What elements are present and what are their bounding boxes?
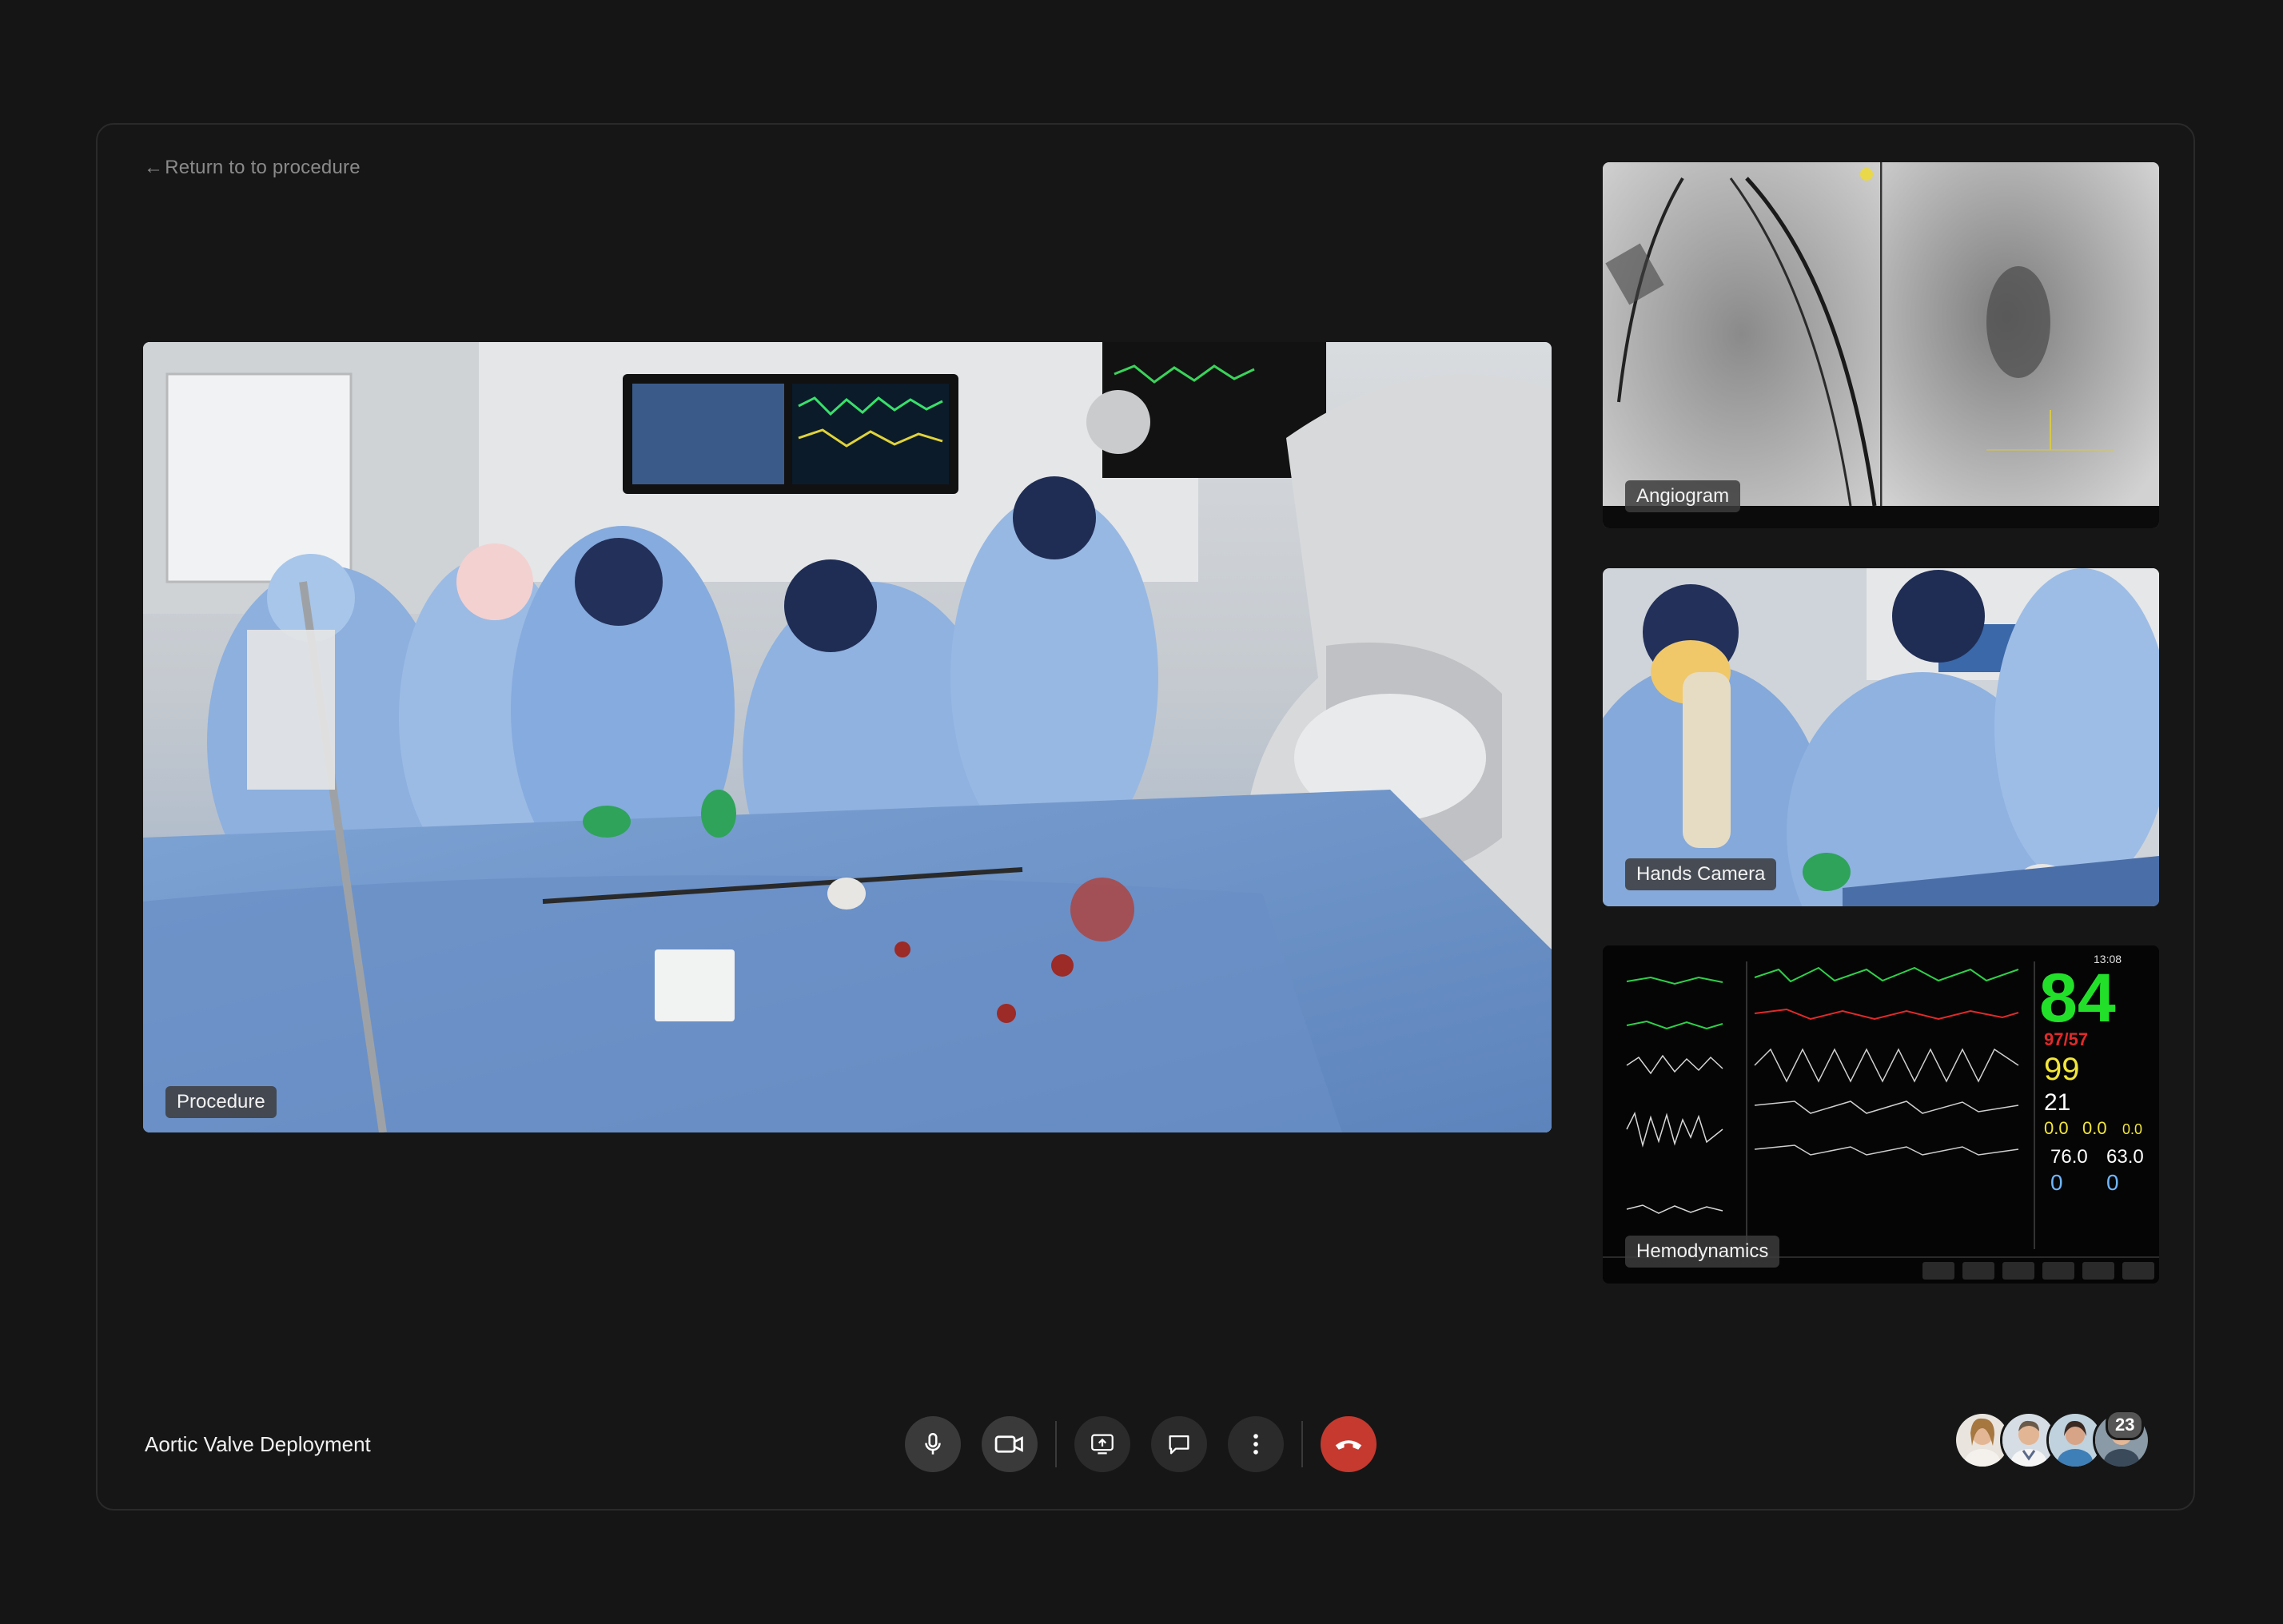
call-title: Aortic Valve Deployment [145, 1432, 371, 1456]
camera-button[interactable] [982, 1416, 1038, 1472]
screen-share-icon [1091, 1434, 1114, 1455]
monitor-val-f: 0 [2050, 1170, 2063, 1195]
hands-camera-video-tile[interactable]: Hands Camera [1603, 568, 2159, 906]
end-call-button[interactable] [1321, 1416, 1377, 1472]
hemodynamics-monitor-feed: 13:08 84 97/57 99 21 0.0 0.0 0.0 76.0 63… [1603, 945, 2159, 1284]
end-call-icon [1335, 1440, 1362, 1450]
procedure-video-tile[interactable]: Procedure [143, 342, 1552, 1132]
monitor-val-e: 63.0 [2106, 1146, 2144, 1168]
microphone-icon [925, 1432, 941, 1455]
procedure-video-feed [143, 342, 1552, 1132]
call-controls [905, 1416, 1377, 1472]
more-icon [1253, 1434, 1258, 1455]
return-to-procedure-link[interactable]: ← Return to to procedure [144, 157, 361, 179]
resp-value: 21 [2044, 1089, 2070, 1116]
monitor-val-a: 0.0 [2044, 1118, 2069, 1138]
more-options-button[interactable] [1228, 1416, 1284, 1472]
monitor-val-g: 0 [2106, 1170, 2119, 1195]
blood-pressure-value: 97/57 [2044, 1029, 2088, 1049]
monitor-val-d: 76.0 [2050, 1146, 2088, 1168]
angiogram-tile-label: Angiogram [1625, 480, 1741, 512]
hands-camera-feed [1603, 568, 2159, 906]
hemodynamics-tile-label: Hemodynamics [1625, 1236, 1780, 1268]
arrow-left-icon: ← [144, 157, 164, 178]
microphone-button[interactable] [905, 1416, 961, 1472]
monitor-val-c: 0.0 [2122, 1121, 2142, 1137]
hemodynamics-video-tile[interactable]: 13:08 84 97/57 99 21 0.0 0.0 0.0 76.0 63… [1603, 945, 2159, 1284]
spo2-value: 99 [2044, 1052, 2080, 1087]
camera-icon [994, 1435, 1023, 1453]
heart-rate-value: 84 [2039, 960, 2116, 1037]
procedure-tile-label: Procedure [165, 1086, 277, 1118]
hands-camera-tile-label: Hands Camera [1625, 858, 1777, 890]
participant-count-badge[interactable]: 23 [2106, 1410, 2145, 1440]
return-link-label: Return to to procedure [165, 157, 361, 178]
angiogram-video-tile[interactable]: Angiogram [1603, 162, 2159, 528]
chat-icon [1169, 1435, 1189, 1455]
chat-button[interactable] [1151, 1416, 1207, 1472]
angiogram-feed [1603, 162, 2159, 528]
monitor-val-b: 0.0 [2082, 1118, 2107, 1138]
screen-share-button[interactable] [1074, 1416, 1130, 1472]
controls-separator-2 [1301, 1421, 1303, 1467]
controls-separator [1055, 1421, 1057, 1467]
